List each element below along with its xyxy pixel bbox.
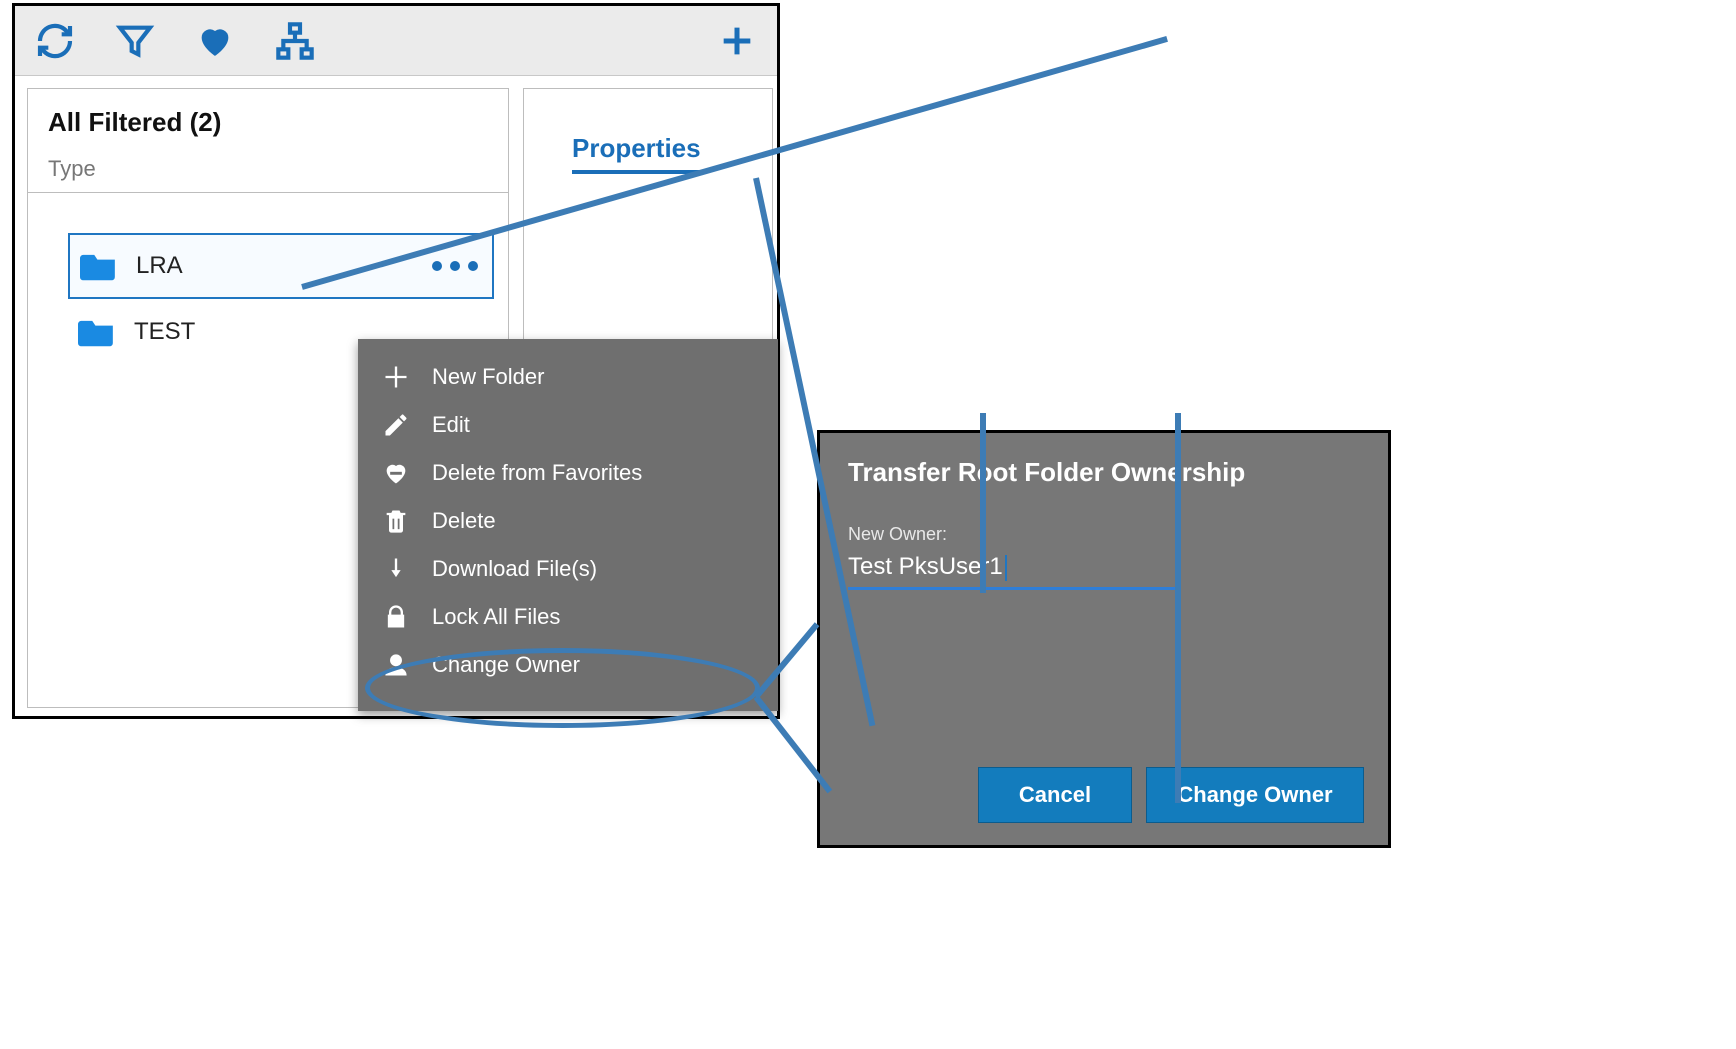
plus-icon — [382, 363, 410, 391]
transfer-ownership-dialog: Transfer Root Folder Ownership New Owner… — [817, 430, 1391, 848]
change-owner-button[interactable]: Change Owner — [1146, 767, 1364, 823]
refresh-icon[interactable] — [33, 19, 77, 63]
person-icon — [382, 651, 410, 679]
more-icon[interactable] — [432, 261, 478, 271]
dialog-buttons: Cancel Change Owner — [978, 767, 1364, 823]
menu-label: Lock All Files — [432, 604, 560, 630]
menu-label: Edit — [432, 412, 470, 438]
new-owner-label: New Owner: — [848, 524, 1360, 545]
lock-icon — [382, 603, 410, 631]
menu-label: Download File(s) — [432, 556, 597, 582]
folder-icon — [80, 250, 118, 282]
tab-properties[interactable]: Properties — [572, 133, 701, 174]
folder-row-lra[interactable]: LRA — [68, 233, 494, 299]
heart-minus-icon — [382, 459, 410, 487]
menu-delete[interactable]: Delete — [358, 497, 778, 545]
menu-label: Change Owner — [432, 652, 580, 678]
new-owner-value: Test PksUser1 — [848, 553, 1003, 580]
menu-lock-all[interactable]: Lock All Files — [358, 593, 778, 641]
list-title: All Filtered (2) — [28, 89, 508, 150]
folder-icon — [78, 316, 116, 348]
menu-change-owner[interactable]: Change Owner — [358, 641, 778, 689]
pencil-icon — [382, 411, 410, 439]
column-header-type[interactable]: Type — [28, 150, 508, 193]
new-owner-input[interactable]: Test PksUser1 — [848, 551, 1178, 590]
menu-label: New Folder — [432, 364, 544, 390]
filter-icon[interactable] — [113, 19, 157, 63]
folder-label: TEST — [134, 318, 195, 346]
heart-icon[interactable] — [193, 19, 237, 63]
folder-label: LRA — [136, 252, 183, 280]
menu-delete-favorites[interactable]: Delete from Favorites — [358, 449, 778, 497]
tree-icon[interactable] — [273, 19, 317, 63]
download-icon — [382, 555, 410, 583]
trash-icon — [382, 507, 410, 535]
menu-new-folder[interactable]: New Folder — [358, 353, 778, 401]
menu-download[interactable]: Download File(s) — [358, 545, 778, 593]
menu-label: Delete — [432, 508, 496, 534]
menu-label: Delete from Favorites — [432, 460, 642, 486]
context-menu: New Folder Edit Delete from Favorites De… — [358, 339, 778, 711]
plus-icon[interactable] — [715, 19, 759, 63]
dialog-title: Transfer Root Folder Ownership — [848, 457, 1360, 488]
cancel-button[interactable]: Cancel — [978, 767, 1132, 823]
toolbar — [15, 6, 777, 76]
text-caret — [1005, 555, 1007, 581]
menu-edit[interactable]: Edit — [358, 401, 778, 449]
